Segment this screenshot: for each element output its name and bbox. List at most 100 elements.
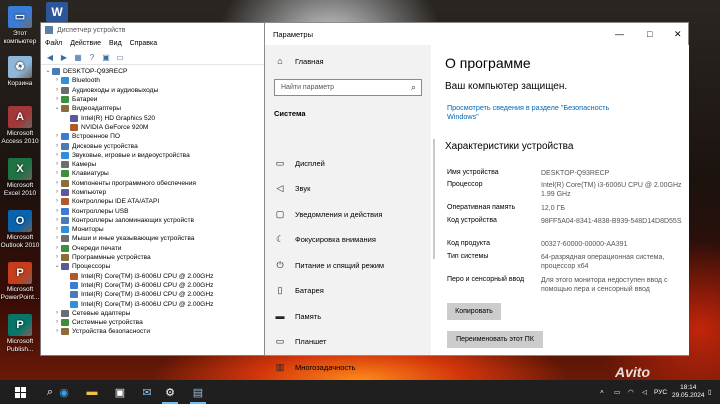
desktop-shortcut[interactable]: P Microsoft Publish... (0, 314, 40, 354)
nav-item-notifications[interactable]: ▢ Уведомления и действия (265, 202, 431, 226)
nav-item-multitasking[interactable]: ▥ Многозадачность (265, 355, 431, 379)
content-scrollbar[interactable] (433, 139, 435, 259)
chevron-right-icon[interactable]: › (53, 234, 61, 243)
chevron-down-icon[interactable]: ⌄ (53, 104, 61, 113)
tree-device-item[interactable]: Intel(R) Core(TM) i3-6006U CPU @ 2.00GHz (44, 290, 265, 299)
close-button[interactable]: ✕ (674, 29, 682, 40)
chevron-right-icon[interactable]: › (53, 318, 61, 327)
tree-category-item[interactable]: › Контроллеры USB (44, 206, 265, 215)
nav-item-storage[interactable]: ▬ Память (265, 304, 431, 328)
desktop-shortcut[interactable]: X Microsoft Excel 2010 (0, 158, 40, 198)
device-manager-titlebar[interactable]: Диспетчер устройств (41, 23, 265, 37)
scan-hardware-icon[interactable]: ▣ (101, 52, 111, 62)
menu-view[interactable]: Вид (109, 40, 122, 47)
chevron-right-icon[interactable]: › (53, 151, 61, 160)
tree-category-item[interactable]: › Компоненты программного обеспечения (44, 179, 265, 188)
menu-file[interactable]: Файл (45, 40, 62, 47)
chevron-right-icon[interactable]: › (53, 207, 61, 216)
nav-item-tablet[interactable]: ▭ Планшет (265, 330, 431, 354)
chevron-right-icon[interactable]: › (53, 197, 61, 206)
chevron-right-icon[interactable]: › (53, 253, 61, 262)
language-indicator[interactable]: РУС (654, 380, 667, 404)
tree-category-item[interactable]: › Компьютер (44, 188, 265, 197)
tree-device-item[interactable]: Intel(R) Core(TM) i3-6006U CPU @ 2.00GHz (44, 281, 265, 290)
start-button[interactable] (6, 380, 34, 404)
chevron-right-icon[interactable]: › (53, 327, 61, 336)
tree-category-item[interactable]: › Сетевые адаптеры (44, 309, 265, 318)
maximize-button[interactable]: □ (647, 29, 652, 39)
desktop-shortcut[interactable]: P Microsoft PowerPoint... (0, 262, 40, 302)
settings-taskbar-button[interactable]: ⚙ (156, 380, 184, 404)
tree-category-item[interactable]: › Встроенное ПО (44, 132, 265, 141)
nav-item-focus-assist[interactable]: ☾ Фокусировка внимания (265, 228, 431, 252)
tray-battery-icon[interactable]: ▭ (614, 380, 620, 404)
store-taskbar-button[interactable]: ▣ (106, 380, 134, 404)
chevron-right-icon[interactable]: › (53, 309, 61, 318)
settings-window[interactable]: Параметры — □ ✕ ⌂ Главная Найти параметр… (264, 22, 689, 372)
tree-device-item[interactable]: NVIDIA GeForce 920M (44, 123, 265, 132)
nav-item-battery[interactable]: ▯ Батарея (265, 279, 431, 303)
tree-category-item[interactable]: › Программные устройства (44, 253, 265, 262)
device-manager-window[interactable]: Диспетчер устройств Файл Действие Вид Сп… (40, 22, 266, 356)
tree-device-item[interactable]: Intel(R) Core(TM) i3-6006U CPU @ 2.00GHz (44, 299, 265, 308)
tray-wifi-icon[interactable]: ◠ (628, 380, 634, 404)
word-shortcut-icon[interactable]: W (46, 2, 68, 22)
tree-category-item[interactable]: › Контроллеры IDE ATA/ATAPI (44, 197, 265, 206)
tree-category-item[interactable]: › Аудиовходы и аудиовыходы (44, 86, 265, 95)
tree-category-item[interactable]: › Мыши и иные указывающие устройства (44, 234, 265, 243)
chevron-right-icon[interactable]: › (53, 86, 61, 95)
minimize-button[interactable]: — (615, 29, 624, 39)
tree-category-item[interactable]: › Камеры (44, 160, 265, 169)
chevron-down-icon[interactable]: ⌄ (53, 262, 61, 271)
chevron-right-icon[interactable]: › (53, 160, 61, 169)
chevron-right-icon[interactable]: › (53, 244, 61, 253)
chevron-right-icon[interactable]: › (53, 132, 61, 141)
tree-device-item[interactable]: Intel(R) HD Graphics 520 (44, 113, 265, 122)
tree-category-item[interactable]: › Мониторы (44, 225, 265, 234)
chevron-right-icon[interactable]: › (53, 188, 61, 197)
clock[interactable]: 18:14 29.05.2024 (672, 380, 705, 404)
edge-taskbar-button[interactable]: ◉ (50, 380, 78, 404)
chevron-right-icon[interactable]: › (53, 76, 61, 85)
tree-category-item[interactable]: › Очереди печати (44, 244, 265, 253)
desktop-shortcut[interactable]: ♻ Корзина (0, 56, 40, 88)
nav-item-sound[interactable]: ◁ Звук (265, 177, 431, 201)
tree-category-item[interactable]: › Звуковые, игровые и видеоустройства (44, 151, 265, 160)
nav-item-display[interactable]: ▭ Дисплей (265, 151, 431, 175)
security-link[interactable]: Просмотреть сведения в разделе "Безопасн… (447, 103, 612, 121)
tree-category-item[interactable]: › Bluetooth (44, 76, 265, 85)
chevron-down-icon[interactable]: ⌄ (44, 67, 52, 76)
explorer-taskbar-button[interactable]: ▬ (78, 380, 106, 404)
chevron-right-icon[interactable]: › (53, 179, 61, 188)
device-manager-taskbar-button[interactable]: ▤ (184, 380, 212, 404)
chevron-right-icon[interactable]: › (53, 216, 61, 225)
tray-volume-icon[interactable]: ◁ (642, 380, 647, 404)
menu-help[interactable]: Справка (130, 40, 157, 47)
desktop-shortcut[interactable]: ▭ Этот компьютер (0, 6, 40, 46)
tree-device-item[interactable]: Intel(R) Core(TM) i3-6006U CPU @ 2.00GHz (44, 272, 265, 281)
tree-category-item[interactable]: › Системные устройства (44, 318, 265, 327)
rename-pc-button[interactable]: Переименовать этот ПК (447, 331, 543, 348)
tree-category-item[interactable]: ⌄ Видеоадаптеры (44, 104, 265, 113)
desktop-shortcut[interactable]: A Microsoft Access 2010 (0, 106, 40, 146)
properties-icon[interactable]: ▦ (73, 52, 83, 62)
chevron-right-icon[interactable]: › (53, 169, 61, 178)
tree-category-item[interactable]: › Батареи (44, 95, 265, 104)
nav-home[interactable]: ⌂ Главная (265, 49, 431, 73)
chevron-right-icon[interactable]: › (53, 142, 61, 151)
menu-action[interactable]: Действие (70, 40, 101, 47)
tree-root-item[interactable]: ⌄ DESKTOP-Q93RECP (44, 67, 265, 76)
settings-titlebar[interactable]: Параметры — □ ✕ (265, 23, 688, 45)
settings-search-input[interactable]: Найти параметр ⌕ (274, 79, 422, 96)
notification-icon[interactable]: ▯ (708, 380, 712, 404)
chevron-right-icon[interactable]: › (53, 95, 61, 104)
tree-category-item[interactable]: › Устройства безопасности (44, 327, 265, 336)
forward-arrow-icon[interactable]: ▶ (59, 52, 69, 62)
desktop-shortcut[interactable]: O Microsoft Outlook 2010 (0, 210, 40, 250)
copy-button[interactable]: Копировать (447, 303, 501, 320)
tray-chevron[interactable]: ˄ (600, 380, 604, 404)
tree-category-item[interactable]: ⌄ Процессоры (44, 262, 265, 271)
tree-category-item[interactable]: › Клавиатуры (44, 169, 265, 178)
tree-category-item[interactable]: › Контроллеры запоминающих устройств (44, 216, 265, 225)
monitor-icon[interactable]: ▭ (115, 52, 125, 62)
